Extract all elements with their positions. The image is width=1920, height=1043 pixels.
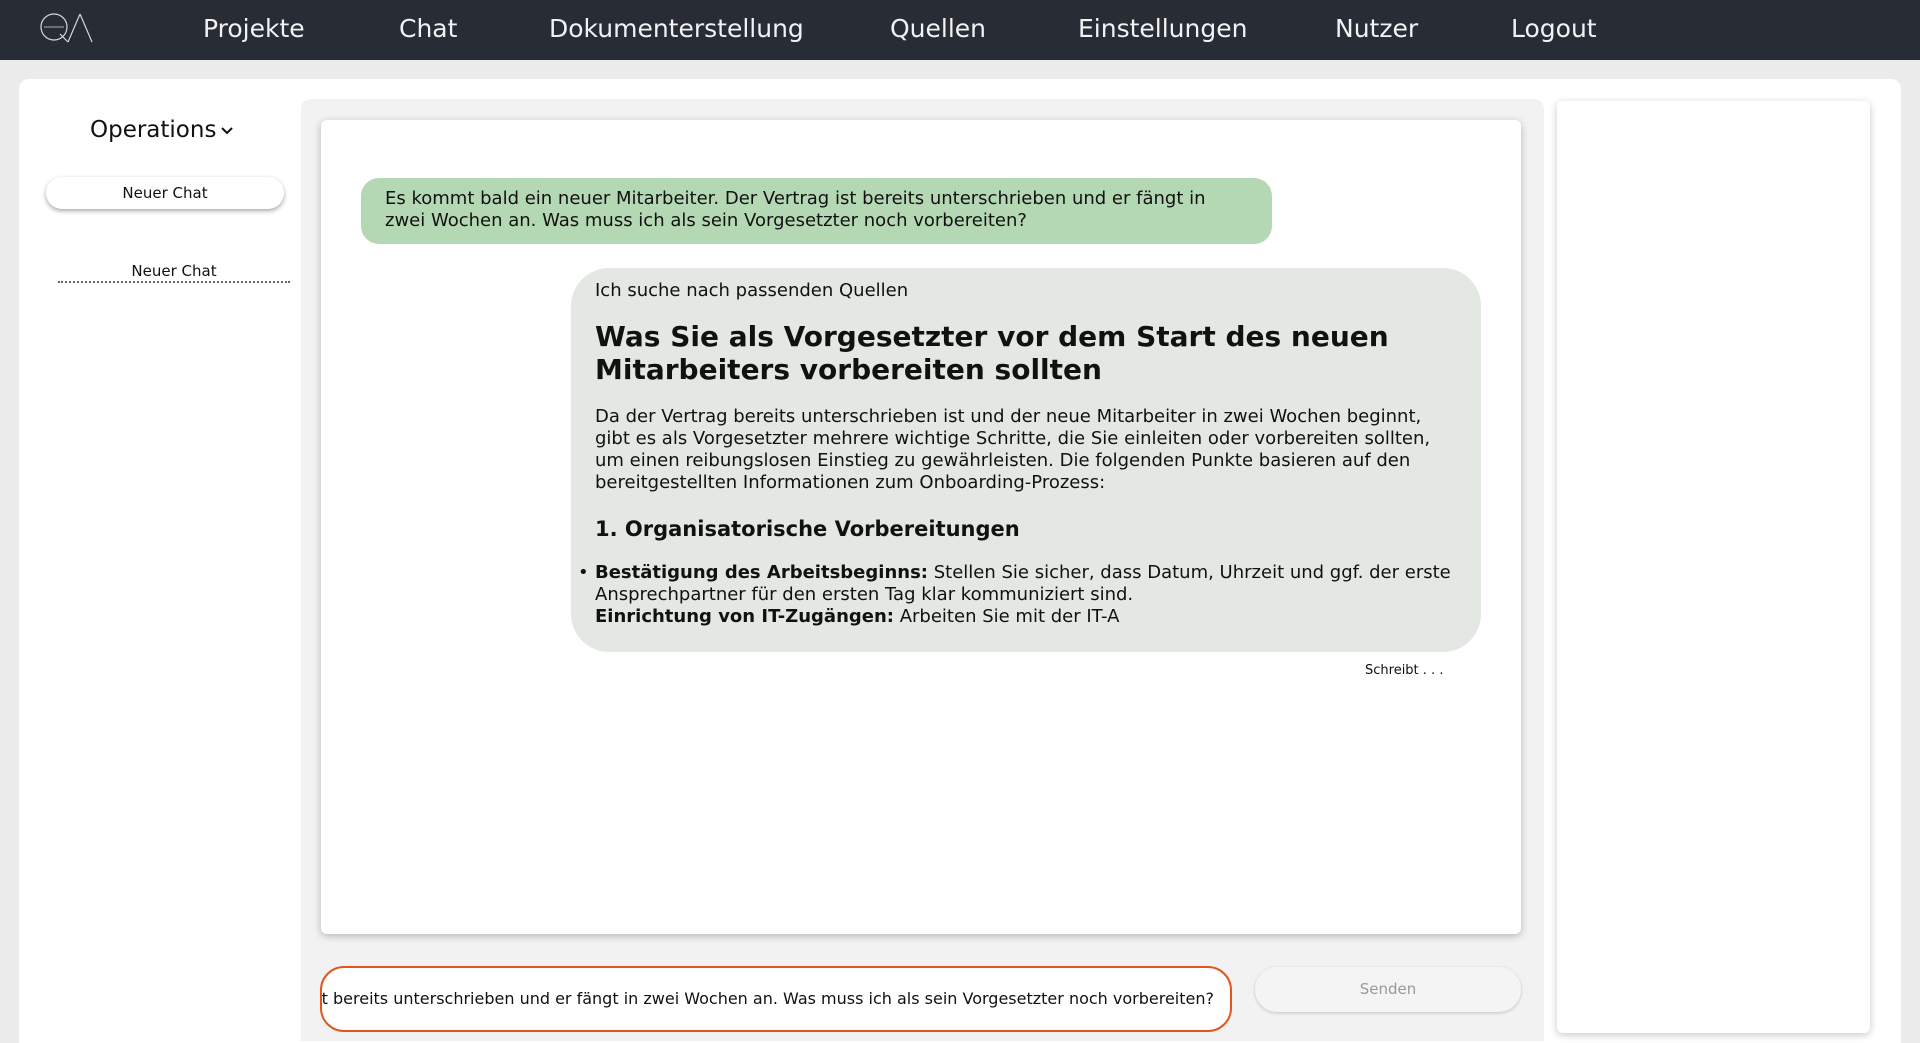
top-navigation: Projekte Chat Dokumenterstellung Quellen… (0, 0, 1920, 60)
nav-einstellungen[interactable]: Einstellungen (1078, 0, 1247, 58)
nav-projekte[interactable]: Projekte (203, 0, 305, 58)
nav-nutzer[interactable]: Nutzer (1335, 0, 1418, 58)
assistant-subheading: 1. Organisatorische Vorbereitungen (595, 517, 1020, 541)
assistant-heading: Was Sie als Vorgesetzter vor dem Start d… (595, 320, 1389, 386)
sources-panel (1557, 101, 1870, 1033)
list-item-title: Einrichtung von IT-Zugängen: (595, 606, 894, 627)
chat-window: Es kommt bald ein neuer Mitarbeiter. Der… (321, 120, 1521, 934)
project-selector[interactable]: Operations (90, 117, 234, 143)
nav-dokumenterstellung[interactable]: Dokumenterstellung (549, 0, 804, 58)
nav-logout[interactable]: Logout (1511, 0, 1597, 58)
chevron-down-icon (221, 126, 234, 134)
message-input[interactable]: Es kommt bald ein neuer Mitarbeiter. Der… (320, 966, 1232, 1032)
qa-logo-icon[interactable] (38, 10, 94, 46)
assistant-list: Bestätigung des Arbeitsbeginns: Stellen … (578, 562, 1457, 628)
list-item-title: Bestätigung des Arbeitsbeginns: (595, 562, 928, 583)
assistant-status: Ich suche nach passenden Quellen (595, 280, 909, 301)
typing-indicator: Schreibt . . . (1365, 663, 1444, 678)
assistant-paragraph: Da der Vertrag bereits unterschrieben is… (595, 406, 1431, 493)
nav-chat[interactable]: Chat (399, 0, 457, 58)
chat-list-item[interactable]: Neuer Chat (58, 261, 290, 283)
nav-quellen[interactable]: Quellen (890, 0, 986, 58)
message-input-value: Es kommt bald ein neuer Mitarbeiter. Der… (321, 989, 1214, 1008)
send-button[interactable]: Senden (1255, 967, 1521, 1012)
project-name: Operations (90, 117, 217, 143)
user-message: Es kommt bald ein neuer Mitarbeiter. Der… (361, 178, 1272, 244)
assistant-message: Ich suche nach passenden Quellen Was Sie… (571, 268, 1481, 652)
list-item-text: Arbeiten Sie mit der IT-A (894, 606, 1120, 627)
new-chat-button[interactable]: Neuer Chat (46, 177, 284, 209)
list-item: Einrichtung von IT-Zugängen: Arbeiten Si… (595, 606, 1457, 628)
list-item: Bestätigung des Arbeitsbeginns: Stellen … (578, 562, 1457, 606)
